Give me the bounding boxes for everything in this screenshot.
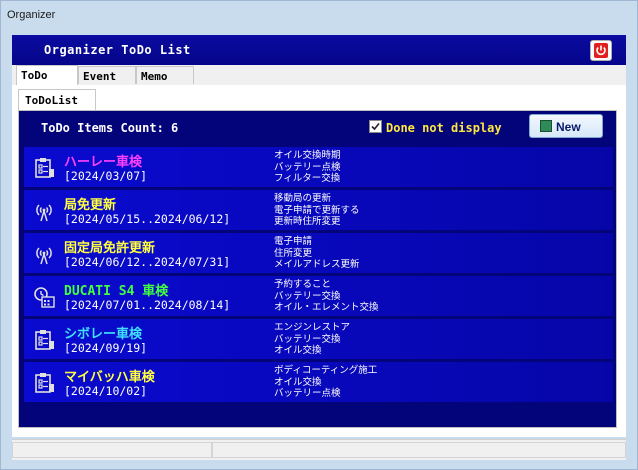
tab-todolist[interactable]: ToDoList <box>18 89 96 111</box>
todo-items-list: ハーレー車検 [2024/03/07] オイル交換時期 バッテリー点検 フィルター交換局… <box>24 147 613 405</box>
todo-item-title: 固定局免許更新 <box>64 241 156 256</box>
window-titlebar[interactable]: Organizer <box>1 1 637 31</box>
todo-item[interactable]: 局免更新 [2024/05/15..2024/06/12] 移動局の更新 電子申請で更… <box>24 190 613 230</box>
todo-item-detail-line: オイル交換 <box>274 376 322 388</box>
app-window: Organizer Organizer ToDo List ToDo Event… <box>0 0 638 470</box>
todo-item-detail-line: ボディコーティング施工 <box>274 365 378 376</box>
app-title: Organizer ToDo List <box>44 43 191 57</box>
todo-item[interactable]: DUCATI S4 車検 [2024/07/01..2024/08/14] 予約する… <box>24 276 613 316</box>
done-not-display-checkbox[interactable]: Done not display <box>369 120 502 135</box>
todo-item-date: [2024/06/12..2024/07/31] <box>64 255 231 269</box>
todo-item-details: エンジンレストア バッテリー交換 オイル交換 <box>274 322 350 357</box>
clipboard-icon <box>33 329 55 351</box>
todo-item-title: DUCATI S4 車検 <box>64 284 169 299</box>
window-title: Organizer <box>7 9 56 21</box>
todo-item-detail-line: オイル交換時期 <box>274 150 341 161</box>
todo-item-details: 移動局の更新 電子申請で更新する 更新時住所変更 <box>274 193 360 228</box>
status-bar <box>12 439 626 460</box>
app-header: Organizer ToDo List <box>12 35 626 65</box>
todo-item-detail-line: エンジンレストア <box>274 322 351 333</box>
new-item-button[interactable]: New <box>529 114 603 138</box>
tab-todo[interactable]: ToDo <box>16 65 78 85</box>
todo-item-date: [2024/09/19] <box>64 341 148 355</box>
todo-list-panel: ToDo Items Count: 6 Done not display New… <box>18 110 617 428</box>
new-item-icon <box>540 120 552 132</box>
todo-item-detail-line: メイルアドレス更新 <box>274 259 360 270</box>
todo-item-details: 電子申請 住所変更 メイルアドレス更新 <box>274 236 360 271</box>
clipboard-icon <box>33 372 55 394</box>
checkbox-checked-icon[interactable] <box>369 120 382 133</box>
todo-item-details: ボディコーティング施工 オイル交換 バッテリー点検 <box>274 365 377 400</box>
todo-item-detail-line: 移動局の更新 <box>274 193 332 204</box>
todo-item-title: ハーレー車検 <box>64 155 143 170</box>
new-button-label: New <box>556 120 581 134</box>
tab-event[interactable]: Event <box>78 66 136 84</box>
todo-item[interactable]: シボレー車検 [2024/09/19] エンジンレストア バッテリー交換 オイル交換 <box>24 319 613 359</box>
status-segment <box>12 442 212 458</box>
todo-item-details: オイル交換時期 バッテリー点検 フィルター交換 <box>274 150 341 185</box>
power-button[interactable] <box>590 40 612 61</box>
status-segment <box>212 442 626 458</box>
todo-item-detail-line: 予約すること <box>274 279 332 290</box>
todo-item-detail-line: バッテリー点検 <box>274 161 341 173</box>
todo-item-date: [2024/07/01..2024/08/14] <box>64 298 231 312</box>
todo-item-date: [2024/10/02] <box>64 384 148 398</box>
antenna-icon <box>33 243 55 265</box>
tab-memo[interactable]: Memo <box>136 66 194 84</box>
todo-item-title: シボレー車検 <box>64 327 143 342</box>
client-area: Organizer ToDo List ToDo Event Memo ToDo… <box>12 35 626 437</box>
todo-item-detail-line: 電子申請で更新する <box>274 204 360 216</box>
todo-item-detail-line: 更新時住所変更 <box>274 216 341 227</box>
todo-item-detail-line: バッテリー点検 <box>274 388 341 399</box>
todo-item-detail-line: オイル交換 <box>274 345 322 356</box>
power-icon <box>594 43 608 58</box>
main-tabs: ToDo Event Memo <box>12 65 626 85</box>
todo-count-label: ToDo Items Count: 6 <box>41 121 179 135</box>
todo-item[interactable]: マイバッハ車検 [2024/10/02] ボディコーティング施工 オイル交換 バッテリー… <box>24 362 613 402</box>
done-not-display-label: Done not display <box>386 121 502 135</box>
todo-item-detail-line: バッテリー交換 <box>274 333 341 345</box>
todo-item-detail-line: 電子申請 <box>274 236 313 247</box>
todo-item[interactable]: ハーレー車検 [2024/03/07] オイル交換時期 バッテリー点検 フィルター交換 <box>24 147 613 187</box>
todo-item-detail-line: オイル・エレメント交換 <box>274 302 379 313</box>
antenna-icon <box>33 200 55 222</box>
todo-panel: ToDoList ToDo Items Count: 6 Done not di… <box>12 85 626 437</box>
clipboard-icon <box>33 157 55 179</box>
clock-calendar-icon <box>33 286 55 308</box>
todo-item-detail-line: フィルター交換 <box>274 173 341 184</box>
todo-item-detail-line: バッテリー交換 <box>274 290 341 302</box>
todo-item[interactable]: 固定局免許更新 [2024/06/12..2024/07/31] 電子申請 住所変更メ… <box>24 233 613 273</box>
todo-item-detail-line: 住所変更 <box>274 247 313 259</box>
todo-item-title: マイバッハ車検 <box>64 370 155 385</box>
todo-item-date: [2024/03/07] <box>64 169 148 183</box>
todo-item-title: 局免更新 <box>64 198 117 213</box>
todo-item-details: 予約すること バッテリー交換 オイル・エレメント交換 <box>274 279 379 314</box>
todo-item-date: [2024/05/15..2024/06/12] <box>64 212 231 226</box>
